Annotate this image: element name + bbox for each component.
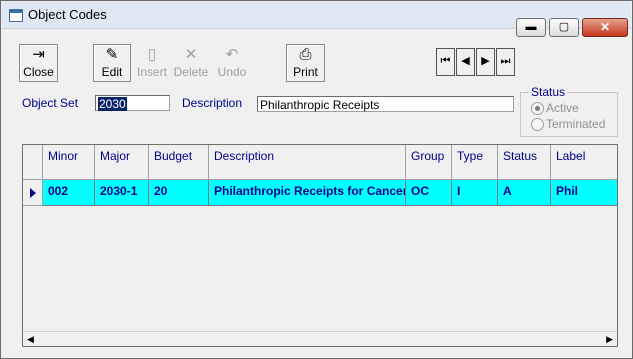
object-set-field[interactable]: 2030 — [95, 95, 170, 111]
next-record-button[interactable]: ▶ — [476, 48, 495, 76]
object-codes-window: Object Codes ▬ ▢ ✕ ⇥ Close ✎ Edit ▯ Inse… — [0, 0, 633, 359]
minimize-button[interactable]: ▬ — [516, 18, 546, 37]
column-header-major[interactable]: Major — [95, 145, 149, 180]
object-set-label: Object Set — [22, 96, 79, 110]
status-legend: Status — [529, 85, 568, 99]
object-set-value: 2030 — [98, 97, 127, 111]
pencil-icon: ✎ — [105, 46, 119, 63]
scroll-left-icon[interactable]: ◀ — [27, 334, 34, 345]
current-row-arrow-icon — [30, 188, 36, 198]
cell-group[interactable]: OC — [406, 180, 452, 206]
first-record-button[interactable]: ⏮ — [436, 48, 455, 76]
next-record-icon: ▶ — [481, 55, 490, 67]
object-codes-grid: Minor Major Budget Description Group Typ… — [22, 144, 618, 347]
edit-button[interactable]: ✎ Edit — [93, 44, 131, 82]
window-icon — [9, 9, 23, 22]
printer-icon: ⎙ — [299, 46, 312, 63]
print-button-label: Print — [293, 65, 318, 79]
cell-minor[interactable]: 002 — [43, 180, 95, 206]
close-button-label: Close — [23, 65, 54, 79]
page-icon: ▯ — [147, 46, 157, 63]
column-header-group[interactable]: Group — [406, 145, 452, 180]
window-title: Object Codes — [28, 7, 107, 22]
column-header-minor[interactable]: Minor — [43, 145, 95, 180]
cell-type[interactable]: I — [452, 180, 498, 206]
minimize-icon: ▬ — [525, 21, 537, 33]
status-active-label: Active — [546, 101, 579, 115]
print-button[interactable]: ⎙ Print — [286, 44, 325, 82]
column-header-type[interactable]: Type — [452, 145, 498, 180]
status-terminated-label: Terminated — [546, 117, 606, 131]
x-icon: ✕ — [184, 46, 198, 63]
exit-door-icon: ⇥ — [32, 46, 45, 63]
insert-button[interactable]: ▯ Insert — [132, 44, 172, 82]
last-record-button[interactable]: ⏭ — [496, 48, 515, 76]
description-label: Description — [182, 96, 243, 110]
cell-major[interactable]: 2030-1 — [95, 180, 149, 206]
row-selector[interactable] — [23, 180, 43, 206]
close-button[interactable]: ⇥ Close — [19, 44, 58, 82]
maximize-button[interactable]: ▢ — [549, 18, 579, 37]
description-field[interactable]: Philanthropic Receipts — [257, 96, 514, 112]
scroll-right-icon[interactable]: ▶ — [606, 334, 613, 345]
undo-icon: ↶ — [225, 46, 239, 63]
status-terminated-radio[interactable] — [531, 118, 544, 131]
previous-record-icon: ◀ — [461, 55, 470, 67]
horizontal-scrollbar[interactable]: ◀ ▶ — [23, 331, 617, 346]
previous-record-button[interactable]: ◀ — [456, 48, 475, 76]
maximize-icon: ▢ — [558, 21, 570, 33]
edit-button-label: Edit — [101, 65, 123, 79]
delete-button[interactable]: ✕ Delete — [171, 44, 211, 82]
last-record-icon: ⏭ — [500, 55, 511, 67]
column-header-label[interactable]: Label — [551, 145, 617, 180]
column-header-budget[interactable]: Budget — [149, 145, 209, 180]
undo-button-label: Undo — [217, 65, 247, 79]
status-group: Status Active Terminated — [520, 85, 618, 137]
close-icon: ✕ — [599, 20, 611, 34]
cell-description[interactable]: Philanthropic Receipts for Cancer — [209, 180, 406, 206]
status-active-radio[interactable] — [531, 102, 544, 115]
column-header-description[interactable]: Description — [209, 145, 406, 180]
cell-status[interactable]: A — [498, 180, 551, 206]
cell-budget[interactable]: 20 — [149, 180, 209, 206]
close-window-button[interactable]: ✕ — [582, 18, 628, 37]
row-indicator-header — [23, 145, 43, 180]
cell-label[interactable]: Phil — [551, 180, 617, 206]
first-record-icon: ⏮ — [440, 55, 451, 67]
undo-button[interactable]: ↶ Undo — [212, 44, 252, 82]
delete-button-label: Delete — [173, 65, 209, 79]
column-header-status[interactable]: Status — [498, 145, 551, 180]
insert-button-label: Insert — [136, 65, 167, 79]
